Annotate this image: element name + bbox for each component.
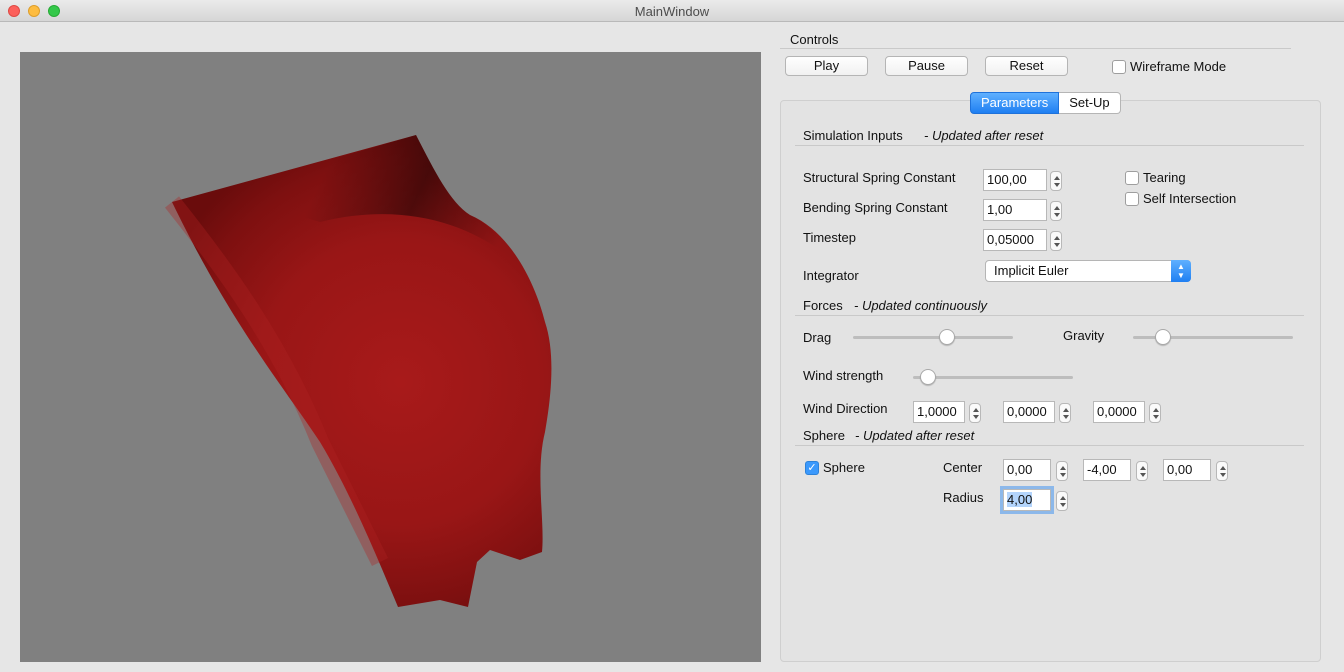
tearing-checkbox[interactable] [1125,171,1139,185]
simulation-inputs-heading: Simulation Inputs [803,128,903,143]
drag-label: Drag [803,330,832,345]
wind-strength-slider-handle[interactable] [920,369,936,385]
tab-bar: Parameters Set-Up [970,92,1121,114]
center-x-stepper[interactable]: 0,00 [1003,459,1073,481]
wind-x-field[interactable]: 1,0000 [913,401,965,423]
stepper-arrows-icon[interactable] [1149,403,1161,423]
timestep-stepper[interactable]: 0,05000 [983,229,1063,251]
wind-strength-label: Wind strength [803,368,884,383]
integrator-select[interactable]: Implicit Euler ▲ ▼ [985,260,1191,282]
bending-spring-field[interactable]: 1,00 [983,199,1047,221]
stepper-arrows-icon[interactable] [1216,461,1228,481]
wind-y-stepper[interactable]: 0,0000 [1003,401,1073,423]
integrator-value: Implicit Euler [994,263,1069,278]
stepper-arrows-icon[interactable] [1050,201,1062,221]
structural-spring-field[interactable]: 100,00 [983,169,1047,191]
sphere-checkbox-label: Sphere [823,460,865,475]
simulation-divider [795,145,1304,146]
wind-z-stepper[interactable]: 0,0000 [1093,401,1163,423]
render-viewport[interactable] [20,52,761,662]
wireframe-checkbox[interactable] [1112,60,1126,74]
title-bar: MainWindow [0,0,1344,22]
radius-stepper[interactable]: 4,00 [1000,486,1073,514]
stepper-arrows-icon[interactable] [1050,231,1062,251]
center-z-field[interactable]: 0,00 [1163,459,1211,481]
checkmark-icon: ✓ [807,462,817,474]
forces-divider [795,315,1304,316]
radius-value: 4,00 [1007,492,1033,507]
controls-section-label: Controls [790,32,839,47]
stepper-arrows-icon[interactable] [1050,171,1062,191]
controls-divider [780,48,1291,49]
cloth-render [164,135,552,607]
center-x-field[interactable]: 0,00 [1003,459,1051,481]
center-label: Center [943,460,983,475]
tab-setup[interactable]: Set-Up [1059,92,1121,114]
structural-spring-stepper[interactable]: 100,00 [983,169,1063,191]
wind-y-field[interactable]: 0,0000 [1003,401,1055,423]
stepper-arrows-icon[interactable] [1059,403,1071,423]
self-intersection-checkbox[interactable] [1125,192,1139,206]
wind-strength-slider[interactable] [913,369,1073,385]
drag-slider-track [853,336,1013,339]
center-z-stepper[interactable]: 0,00 [1163,459,1233,481]
gravity-slider-handle[interactable] [1155,329,1171,345]
stepper-arrows-icon[interactable] [1056,491,1068,511]
self-intersection-label: Self Intersection [1143,191,1237,206]
wind-z-field[interactable]: 0,0000 [1093,401,1145,423]
center-y-stepper[interactable]: -4,00 [1083,459,1153,481]
bending-spring-label: Bending Spring Constant [803,200,948,215]
stepper-arrows-icon[interactable] [1136,461,1148,481]
pause-button[interactable]: Pause [885,56,968,76]
wind-strength-slider-track [913,376,1073,379]
stepper-arrows-icon[interactable] [969,403,981,423]
wind-direction-label: Wind Direction [803,401,888,416]
wind-x-stepper[interactable]: 1,0000 [913,401,983,423]
timestep-label: Timestep [803,230,856,245]
bending-spring-stepper[interactable]: 1,00 [983,199,1063,221]
tab-parameters[interactable]: Parameters [970,92,1060,114]
timestep-field[interactable]: 0,05000 [983,229,1047,251]
wireframe-label: Wireframe Mode [1130,59,1227,74]
sphere-divider [795,445,1304,446]
sphere-note: - Updated after reset [855,428,975,443]
popup-chevron-icon: ▲ ▼ [1171,260,1191,282]
simulation-inputs-note: - Updated after reset [924,128,1044,143]
radius-field[interactable]: 4,00 [1000,486,1054,514]
forces-note: - Updated continuously [854,298,987,313]
radius-label: Radius [943,490,984,505]
play-button[interactable]: Play [785,56,868,76]
drag-slider[interactable] [853,329,1013,345]
structural-spring-label: Structural Spring Constant [803,170,956,185]
gravity-label: Gravity [1063,328,1105,343]
tearing-label: Tearing [1143,170,1186,185]
stepper-arrows-icon[interactable] [1056,461,1068,481]
sphere-checkbox[interactable]: ✓ [805,461,819,475]
gravity-slider[interactable] [1133,329,1293,345]
center-y-field[interactable]: -4,00 [1083,459,1131,481]
forces-heading: Forces [803,298,843,313]
reset-button[interactable]: Reset [985,56,1068,76]
integrator-label: Integrator [803,268,859,283]
drag-slider-handle[interactable] [939,329,955,345]
window-title: MainWindow [634,4,710,19]
sphere-heading: Sphere [803,428,845,443]
